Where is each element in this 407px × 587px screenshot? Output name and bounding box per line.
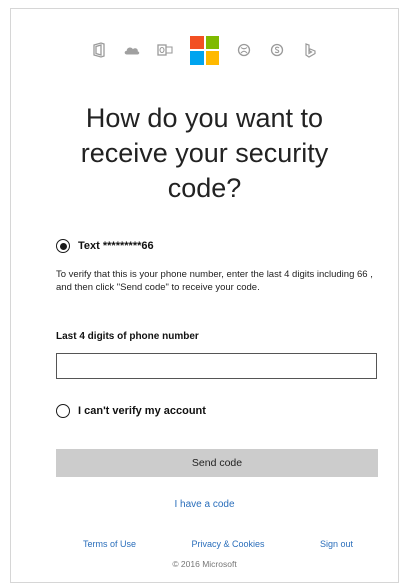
signin-panel: How do you want to receive your security…	[10, 8, 399, 583]
skype-icon	[269, 42, 285, 58]
outlook-icon	[157, 42, 173, 58]
cant-verify-option[interactable]: I can't verify my account	[56, 404, 206, 418]
office-icon	[91, 42, 107, 58]
have-code-link[interactable]: I have a code	[174, 499, 234, 510]
copyright-text: © 2016 Microsoft	[172, 559, 237, 569]
text-option-radio[interactable]	[56, 239, 70, 253]
onedrive-icon	[124, 42, 140, 58]
microsoft-logo	[190, 35, 219, 65]
cant-verify-radio[interactable]	[56, 404, 70, 418]
text-option-label: Text *********66	[78, 240, 154, 252]
text-option[interactable]: Text *********66	[56, 239, 154, 253]
xbox-icon	[236, 42, 252, 58]
page-title: How do you want to receive your security…	[80, 103, 329, 203]
footer-links: Terms of Use Privacy & Cookies Sign out	[83, 539, 353, 549]
verification-instructions: To verify that this is your phone number…	[56, 269, 373, 293]
bing-icon	[302, 42, 318, 58]
terms-of-use-link[interactable]: Terms of Use	[83, 539, 136, 549]
privacy-cookies-link[interactable]: Privacy & Cookies	[191, 539, 264, 549]
digits-field-label: Last 4 digits of phone number	[56, 331, 199, 342]
cant-verify-label: I can't verify my account	[78, 405, 206, 417]
product-icon-row	[11, 35, 398, 65]
last-four-digits-input[interactable]	[56, 353, 377, 379]
sign-out-link[interactable]: Sign out	[320, 539, 353, 549]
send-code-button[interactable]: Send code	[56, 449, 378, 477]
